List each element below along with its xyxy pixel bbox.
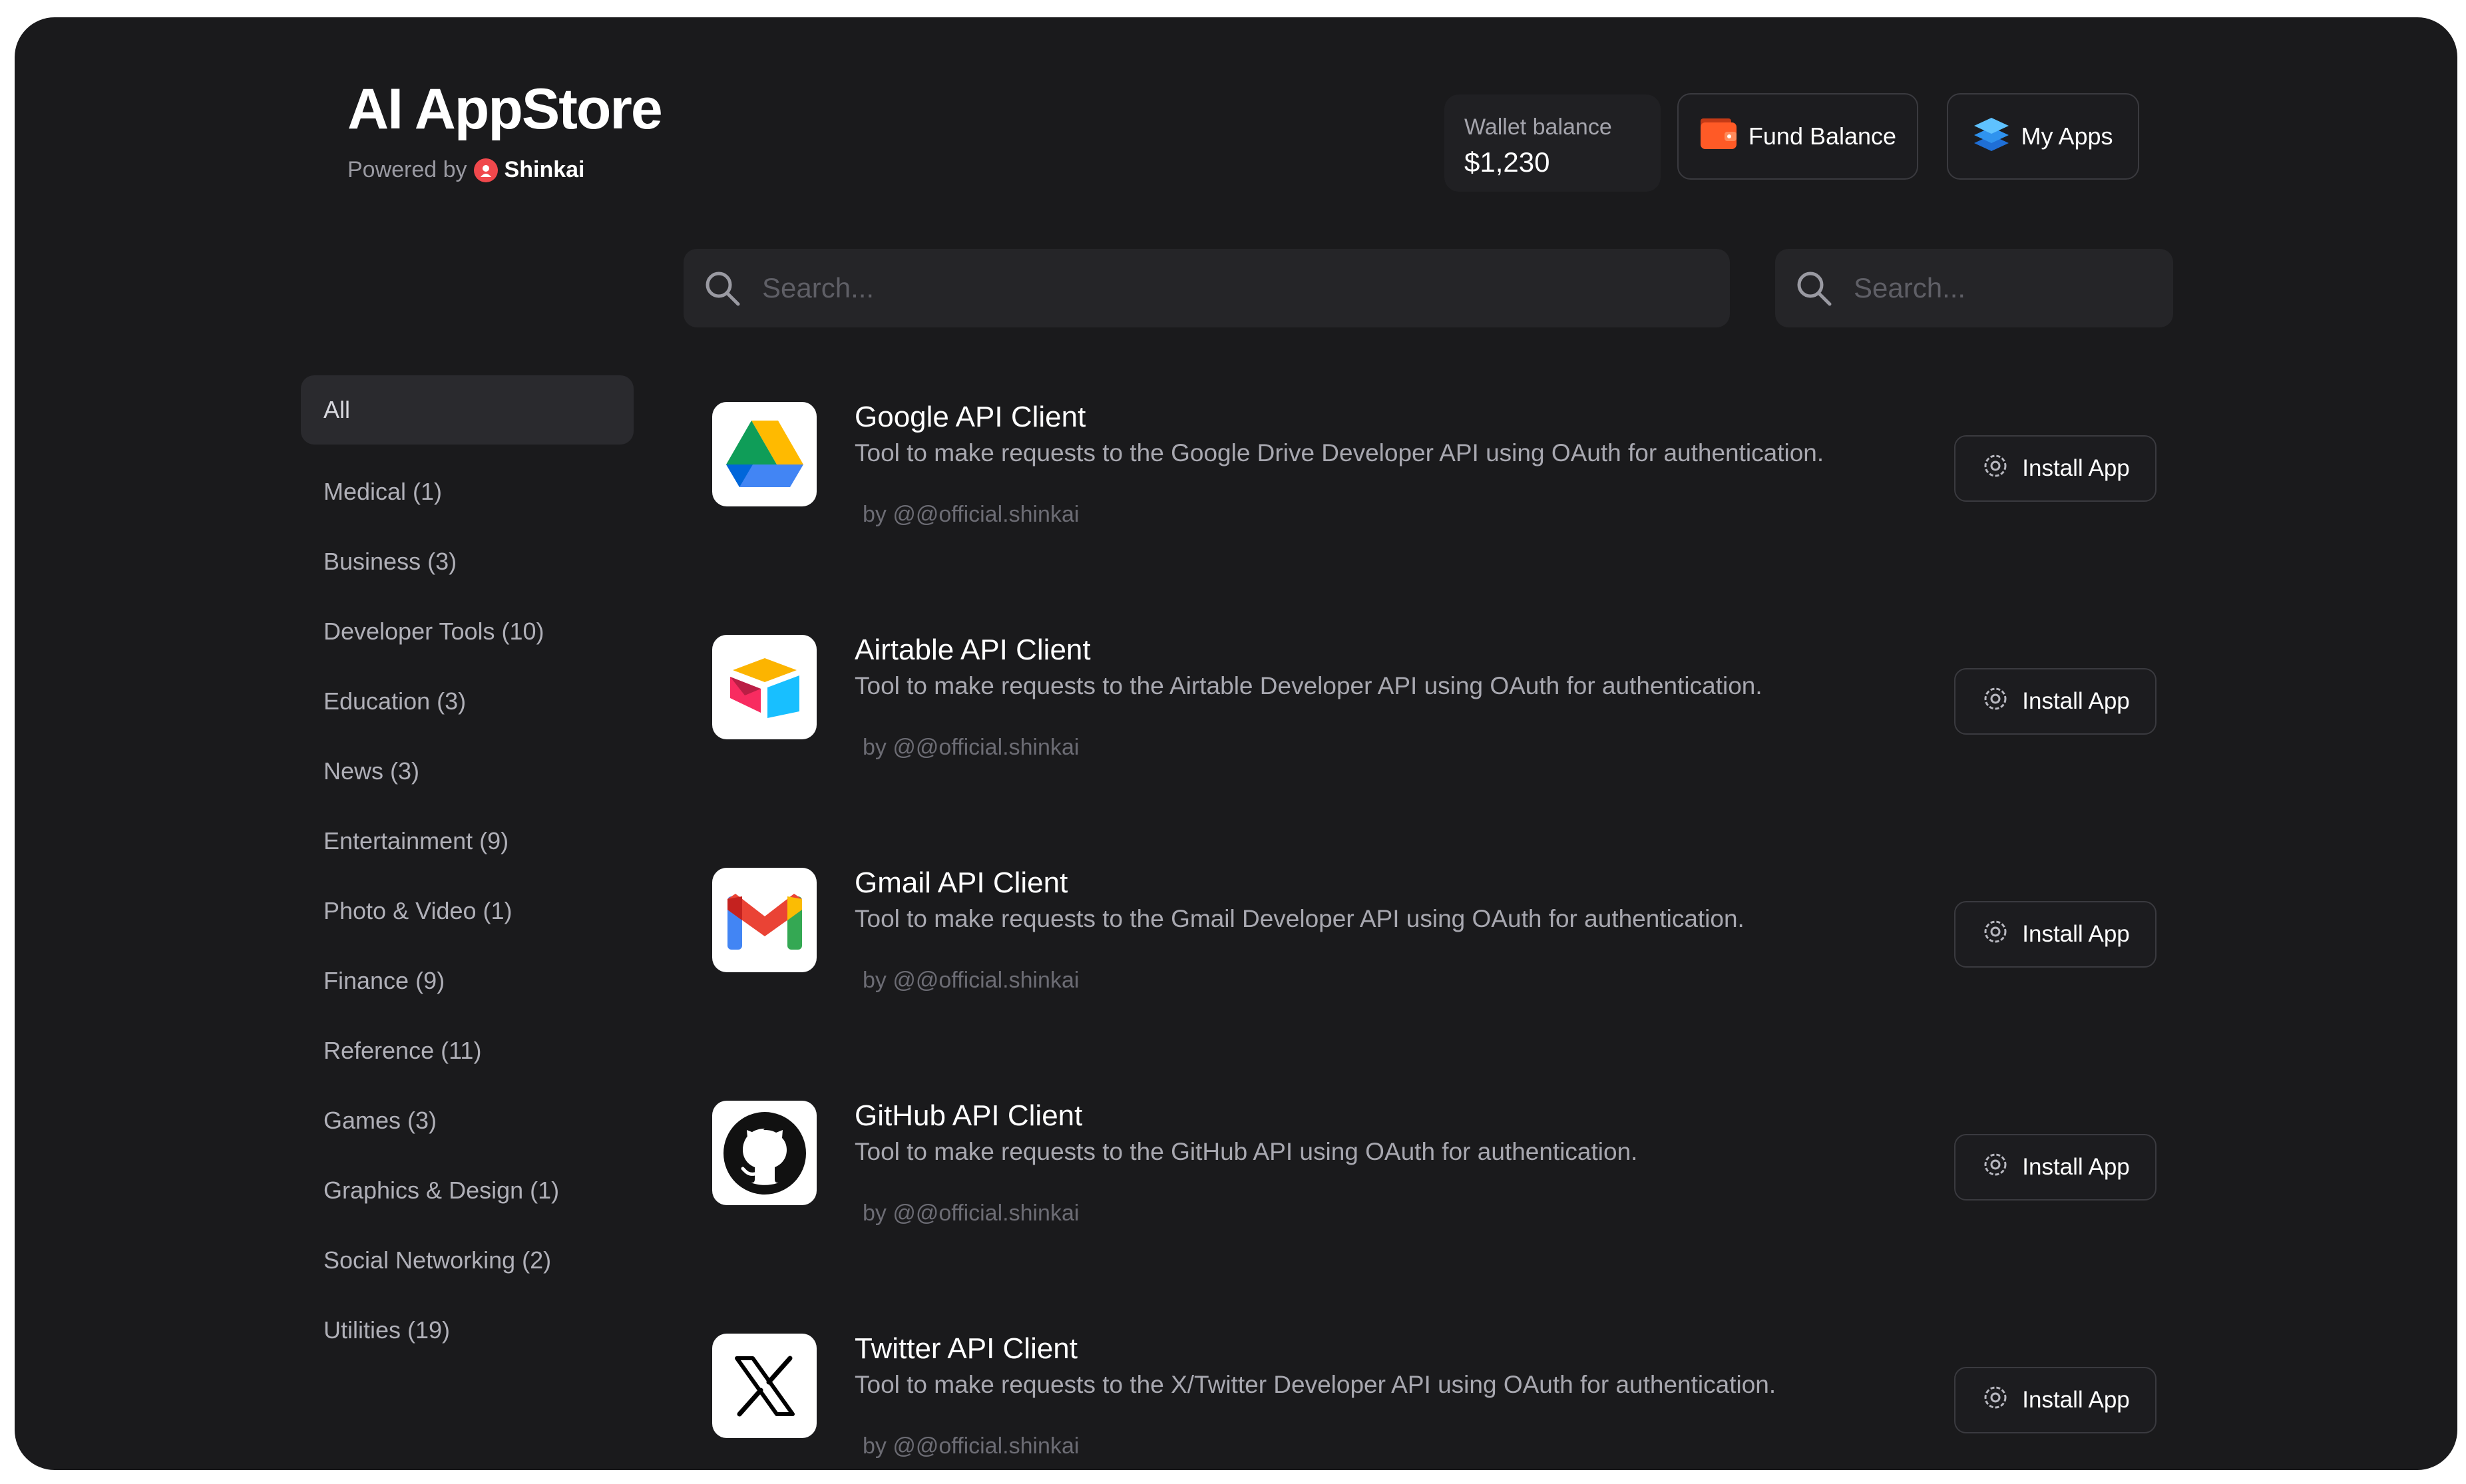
category-games[interactable]: Games (3)	[301, 1085, 634, 1155]
app-name: GitHub API Client	[855, 1099, 1083, 1132]
gear-icon	[1981, 1150, 2010, 1185]
category-finance[interactable]: Finance (9)	[301, 946, 634, 1016]
my-apps-button[interactable]: My Apps	[1947, 93, 2139, 180]
category-entertainment[interactable]: Entertainment (9)	[301, 806, 634, 876]
fund-balance-label: Fund Balance	[1748, 122, 1897, 150]
secondary-search-input[interactable]	[1852, 272, 2173, 305]
x-twitter-icon	[712, 1334, 817, 1438]
install-app-label: Install App	[2022, 1387, 2130, 1413]
layers-icon	[1973, 115, 2010, 158]
app-name: Google API Client	[855, 401, 1086, 433]
category-graphics-design[interactable]: Graphics & Design (1)	[301, 1155, 634, 1225]
install-app-button[interactable]: Install App	[1954, 1134, 2157, 1201]
powered-by: Powered by Shinkai	[347, 157, 584, 183]
app-description: Tool to make requests to the X/Twitter D…	[855, 1371, 1776, 1398]
app-card-airtable: Airtable API Client Tool to make request…	[712, 634, 2163, 835]
app-name: Gmail API Client	[855, 866, 1068, 899]
app-window: AI AppStore Powered by Shinkai Wallet ba…	[15, 17, 2457, 1470]
install-app-button[interactable]: Install App	[1954, 668, 2157, 735]
app-card-gmail: Gmail API Client Tool to make requests t…	[712, 866, 2163, 1067]
app-card-google: Google API Client Tool to make requests …	[712, 401, 2163, 602]
app-name: Twitter API Client	[855, 1332, 1078, 1365]
app-author: by @@official.shinkai	[863, 502, 1080, 527]
app-card-github: GitHub API Client Tool to make requests …	[712, 1099, 2163, 1300]
wallet-balance-label: Wallet balance	[1464, 114, 1612, 140]
app-author: by @@official.shinkai	[863, 968, 1080, 993]
app-description: Tool to make requests to the Google Driv…	[855, 439, 1824, 466]
brand-name: Shinkai	[504, 157, 585, 182]
app-title: AI AppStore	[347, 77, 663, 141]
search-input[interactable]	[761, 272, 1730, 305]
app-description: Tool to make requests to the Gmail Devel…	[855, 905, 1745, 932]
app-author: by @@official.shinkai	[863, 735, 1080, 760]
category-utilities[interactable]: Utilities (19)	[301, 1295, 634, 1365]
search-icon	[704, 270, 741, 307]
google-drive-icon	[712, 402, 817, 506]
airtable-icon	[712, 635, 817, 739]
search-icon	[1795, 270, 1832, 307]
category-medical[interactable]: Medical (1)	[301, 457, 634, 526]
secondary-search-bar[interactable]	[1775, 249, 2173, 327]
app-card-twitter: Twitter API Client Tool to make requests…	[712, 1332, 2163, 1470]
app-author: by @@official.shinkai	[863, 1433, 1080, 1459]
category-education[interactable]: Education (3)	[301, 666, 634, 736]
install-app-label: Install App	[2022, 688, 2130, 714]
app-author: by @@official.shinkai	[863, 1201, 1080, 1226]
gear-icon	[1981, 451, 2010, 486]
category-social-networking[interactable]: Social Networking (2)	[301, 1225, 634, 1295]
install-app-label: Install App	[2022, 1154, 2130, 1180]
app-description: Tool to make requests to the Airtable De…	[855, 672, 1762, 699]
category-sidebar: All Medical (1) Business (3) Developer T…	[301, 375, 634, 1365]
app-search-bar[interactable]	[684, 249, 1730, 327]
install-app-label: Install App	[2022, 455, 2130, 481]
wallet-balance-value: $1,230	[1464, 146, 1550, 178]
install-app-button[interactable]: Install App	[1954, 435, 2157, 502]
install-app-label: Install App	[2022, 921, 2130, 947]
gear-icon	[1981, 917, 2010, 952]
install-app-button[interactable]: Install App	[1954, 901, 2157, 968]
category-developer-tools[interactable]: Developer Tools (10)	[301, 596, 634, 666]
app-name: Airtable API Client	[855, 634, 1091, 666]
fund-balance-button[interactable]: Fund Balance	[1677, 93, 1918, 180]
category-photo-video[interactable]: Photo & Video (1)	[301, 876, 634, 946]
gear-icon	[1981, 684, 2010, 719]
gmail-icon	[712, 868, 817, 972]
category-news[interactable]: News (3)	[301, 736, 634, 806]
powered-by-label: Powered by	[347, 157, 467, 182]
github-icon	[712, 1101, 817, 1205]
app-description: Tool to make requests to the GitHub API …	[855, 1138, 1638, 1165]
wallet-balance: Wallet balance $1,230	[1444, 94, 1661, 192]
category-reference[interactable]: Reference (11)	[301, 1016, 634, 1085]
gear-icon	[1981, 1383, 2010, 1418]
category-all[interactable]: All	[301, 375, 634, 445]
my-apps-label: My Apps	[2021, 122, 2113, 150]
install-app-button[interactable]: Install App	[1954, 1367, 2157, 1433]
wallet-icon	[1699, 117, 1738, 156]
category-business[interactable]: Business (3)	[301, 526, 634, 596]
shinkai-logo-icon	[473, 158, 498, 182]
